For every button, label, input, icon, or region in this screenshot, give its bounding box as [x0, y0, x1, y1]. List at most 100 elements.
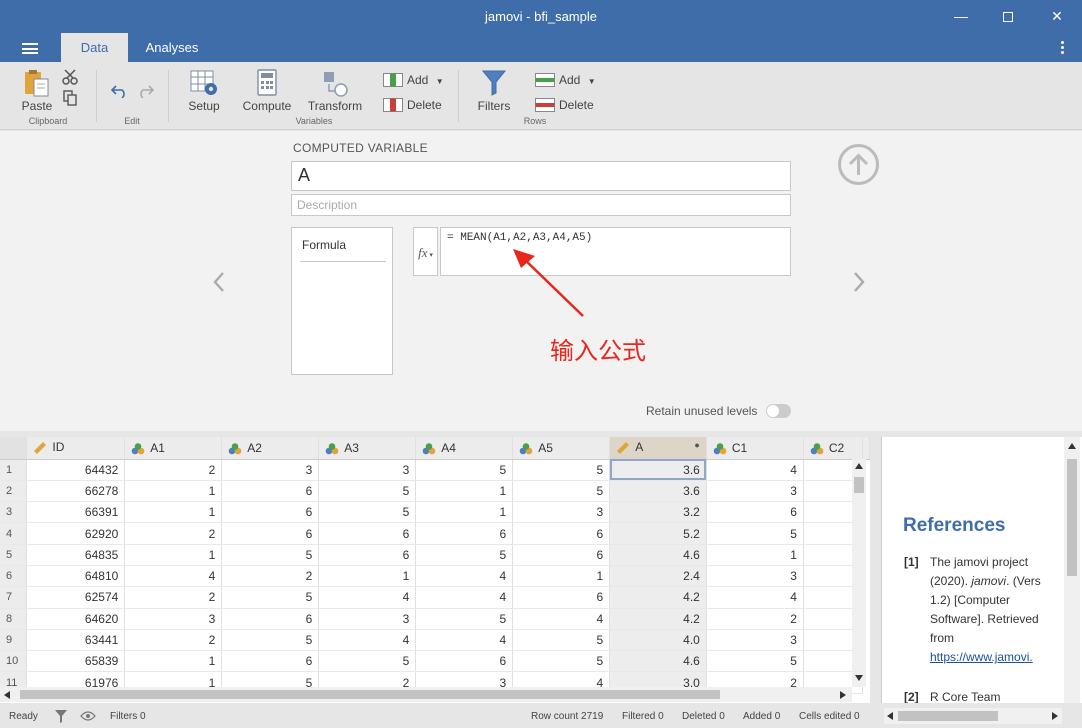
cut-icon[interactable]	[62, 69, 78, 85]
grid-horizontal-scrollbar[interactable]	[0, 687, 852, 702]
add-row-button[interactable]: Add ▼	[535, 71, 596, 89]
table-cell[interactable]: 6	[221, 501, 320, 524]
table-cell[interactable]: 3.6	[609, 459, 707, 481]
retain-unused-levels-toggle[interactable]	[766, 404, 791, 418]
table-cell[interactable]: 5	[512, 459, 611, 481]
table-cell[interactable]: 4	[124, 565, 223, 588]
table-cell[interactable]: 6	[221, 650, 320, 673]
variable-name-input[interactable]: A	[291, 161, 791, 191]
scrollbar-thumb[interactable]	[898, 711, 998, 721]
table-cell[interactable]: 2.4	[609, 565, 707, 588]
table-cell[interactable]: 5	[415, 608, 514, 630]
table-cell[interactable]: 4	[318, 586, 417, 609]
table-cell[interactable]: 1	[124, 501, 223, 524]
menu-icon[interactable]	[22, 43, 38, 54]
table-cell[interactable]: 2	[124, 522, 223, 545]
row-number[interactable]: 5	[0, 544, 28, 566]
table-cell[interactable]: 1	[706, 544, 804, 566]
eye-icon[interactable]	[80, 711, 96, 721]
table-cell[interactable]: 5	[706, 522, 804, 545]
minimize-button[interactable]: —	[938, 0, 984, 33]
table-cell[interactable]: 1	[124, 544, 223, 566]
filter-icon[interactable]	[55, 709, 67, 723]
scroll-right-icon[interactable]	[840, 691, 846, 699]
table-cell[interactable]: 1	[415, 480, 514, 503]
column-header-id[interactable]: ID	[26, 437, 126, 460]
table-cell[interactable]: 2	[124, 459, 223, 481]
column-header-a4[interactable]: A4	[415, 437, 514, 460]
table-cell[interactable]: 5	[318, 501, 417, 524]
row-number[interactable]: 4	[0, 522, 28, 545]
transform-button[interactable]: Transform	[306, 62, 364, 114]
table-cell[interactable]: 6	[512, 544, 611, 566]
column-header-c1[interactable]: C1	[706, 437, 804, 460]
compute-button[interactable]: Compute	[240, 62, 294, 114]
table-cell[interactable]: 5	[706, 650, 804, 673]
table-cell[interactable]: 63441	[26, 629, 126, 652]
function-picker-button[interactable]: fx ▾	[413, 227, 438, 276]
setup-button[interactable]: Setup	[183, 62, 225, 114]
grid-vertical-scrollbar[interactable]	[852, 459, 866, 687]
table-cell[interactable]: 2	[124, 629, 223, 652]
maximize-button[interactable]	[985, 0, 1031, 33]
table-cell[interactable]: 3	[706, 480, 804, 503]
scroll-right-icon[interactable]	[1052, 712, 1058, 720]
table-cell[interactable]: 5	[512, 629, 611, 652]
row-number[interactable]: 9	[0, 629, 28, 652]
column-header-a[interactable]: A ●	[609, 437, 707, 460]
column-header-a3[interactable]: A3	[318, 437, 417, 460]
table-cell[interactable]: 3	[706, 565, 804, 588]
table-cell[interactable]: 66278	[26, 480, 126, 503]
column-header-a1[interactable]: A1	[124, 437, 223, 460]
results-horizontal-scrollbar[interactable]	[884, 708, 1062, 724]
table-cell[interactable]: 1	[512, 565, 611, 588]
table-cell[interactable]: 2	[706, 608, 804, 630]
table-cell[interactable]: 62920	[26, 522, 126, 545]
column-header-a5[interactable]: A5	[512, 437, 611, 460]
scroll-up-icon[interactable]	[1068, 443, 1076, 449]
row-number[interactable]: 8	[0, 608, 28, 630]
scrollbar-thumb[interactable]	[854, 477, 864, 493]
collapse-up-button[interactable]	[838, 144, 879, 185]
table-cell[interactable]: 5	[415, 459, 514, 481]
row-number[interactable]: 3	[0, 501, 28, 524]
description-input[interactable]: Description	[291, 194, 791, 216]
table-cell[interactable]: 4	[706, 459, 804, 481]
formula-input[interactable]: = MEAN(A1,A2,A3,A4,A5)	[440, 227, 791, 276]
table-cell[interactable]: 6	[221, 608, 320, 630]
table-cell[interactable]: 4.2	[609, 586, 707, 609]
previous-variable-button[interactable]	[212, 269, 226, 300]
table-cell[interactable]: 6	[415, 522, 514, 545]
table-cell[interactable]: 66391	[26, 501, 126, 524]
table-cell[interactable]: 1	[124, 480, 223, 503]
table-cell[interactable]: 5.2	[609, 522, 707, 545]
table-cell[interactable]: 5	[512, 480, 611, 503]
table-cell[interactable]: 5	[415, 544, 514, 566]
table-cell[interactable]: 65839	[26, 650, 126, 673]
tab-analyses[interactable]: Analyses	[136, 33, 208, 62]
row-number[interactable]: 6	[0, 565, 28, 588]
results-vertical-scrollbar[interactable]	[1064, 437, 1080, 703]
tab-data[interactable]: Data	[61, 33, 128, 62]
table-cell[interactable]: 6	[512, 586, 611, 609]
filters-button[interactable]: Filters	[472, 62, 516, 114]
table-cell[interactable]: 1	[318, 565, 417, 588]
scroll-down-icon[interactable]	[855, 675, 863, 681]
table-cell[interactable]: 4	[415, 586, 514, 609]
table-cell[interactable]: 6	[415, 650, 514, 673]
table-cell[interactable]: 1	[415, 501, 514, 524]
row-number[interactable]: 7	[0, 586, 28, 609]
table-cell[interactable]: 6	[221, 522, 320, 545]
table-cell[interactable]: 4	[415, 629, 514, 652]
scrollbar-thumb[interactable]	[20, 690, 720, 699]
row-number[interactable]: 2	[0, 480, 28, 503]
table-cell[interactable]: 62574	[26, 586, 126, 609]
table-cell[interactable]: 6	[512, 522, 611, 545]
row-number-header[interactable]	[0, 437, 28, 460]
column-header-a2[interactable]: A2	[221, 437, 320, 460]
next-variable-button[interactable]	[852, 269, 866, 300]
undo-icon[interactable]	[111, 82, 129, 98]
table-cell[interactable]: 64835	[26, 544, 126, 566]
table-cell[interactable]: 2	[221, 565, 320, 588]
add-variable-button[interactable]: Add ▼	[383, 71, 444, 89]
